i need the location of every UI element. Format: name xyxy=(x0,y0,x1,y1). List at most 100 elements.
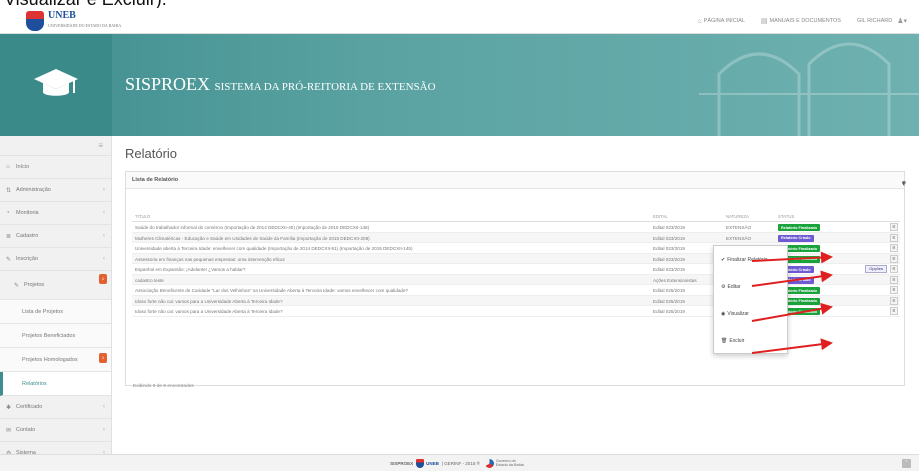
chevron-left-icon: ‹ xyxy=(103,233,105,239)
gear-icon: ⚙ xyxy=(721,283,726,290)
logo-subtext: UNIVERSIDADE DO ESTADO DA BAHIA xyxy=(48,23,122,28)
sidebar-item-inicio[interactable]: ⌂ Início xyxy=(0,156,111,179)
top-nav: ⌂ PÁGINA INICIAL ▤ MANUAIS E DOCUMENTOS GI… xyxy=(681,8,909,34)
user-menu[interactable]: GIL RICHARD ♟▾ xyxy=(857,17,909,25)
trash-icon: 🗑 xyxy=(721,337,728,344)
uneb-logo[interactable]: UNEB UNIVERSIDADE DO ESTADO DA BAHIA xyxy=(26,10,121,32)
row-title: Espanhol em Expansão: ¡Adelante! ¿Vamos … xyxy=(135,267,246,272)
bahia-gov-logo-icon xyxy=(484,458,494,468)
eye-icon: ◉ xyxy=(721,310,726,317)
nav-home-link[interactable]: ⌂ PÁGINA INICIAL xyxy=(697,18,745,25)
row-edital: Edital 025/2019 xyxy=(653,298,685,304)
sidebar-item-administracao[interactable]: ⇅ Administração ‹ xyxy=(0,179,111,202)
row-title: Assessoria em finanças nas pequenas empr… xyxy=(135,256,285,262)
menu-item-excluir[interactable]: 🗑 Excluir xyxy=(714,327,787,354)
row-title: Mulheres Climatéricas - Educação e Saúde… xyxy=(135,235,370,241)
header-banner: SISPROEX SISTEMA DA PRÓ-REITORIA DE EXTE… xyxy=(0,34,919,136)
chevron-down-icon[interactable]: ▾ xyxy=(902,181,905,187)
chevron-left-icon: ‹ xyxy=(103,210,105,216)
records-count: Exibindo 9 de 9 encontrados xyxy=(133,384,194,389)
nav-manuals-link[interactable]: ▤ MANUAIS E DOCUMENTOS xyxy=(761,17,841,25)
page-title: Relatório xyxy=(125,146,178,161)
menu-item-visualizar[interactable]: ◉ Visualizar xyxy=(714,300,787,327)
sidebar-item-certificado[interactable]: ✱ Certificado ‹ xyxy=(0,396,111,419)
sidebar-item-projetos-beneficiados[interactable]: Projetos Beneficiados xyxy=(0,324,111,348)
book-icon: ▤ xyxy=(760,18,768,25)
row-options-dropdown: ✔ Finalizar Relatório ⚙ Editar ◉ Visualizar… xyxy=(713,245,788,354)
sliders-icon: ⇅ xyxy=(6,187,12,194)
table-row: Mulheres Climatéricas - Educação e Saúde… xyxy=(132,232,900,243)
logo-text: UNEB xyxy=(48,10,76,21)
sidebar-item-monitoria[interactable]: ◔ Monitoria ‹ xyxy=(0,202,111,225)
system-title: SISPROEX SISTEMA DA PRÓ-REITORIA DE EXTE… xyxy=(125,74,436,94)
row-title: Universidade aberta à Terceira Idade: en… xyxy=(135,246,413,251)
mail-icon: ✉ xyxy=(6,427,12,434)
chevron-left-icon: ‹ xyxy=(103,404,105,410)
uneb-small-logo-icon xyxy=(416,458,425,468)
sidebar-item-cadastro[interactable]: ≣ Cadastro ‹ xyxy=(0,225,111,248)
row-menu-icon[interactable]: ≡ xyxy=(890,275,898,284)
row-menu-icon[interactable]: ≡ xyxy=(890,286,898,294)
row-menu-icon[interactable]: ≡ xyxy=(890,296,898,305)
row-menu-icon[interactable]: ≡ xyxy=(890,307,898,315)
list-icon: ≣ xyxy=(6,233,12,240)
sidebar-item-inscricao[interactable]: ✎ Inscrição ‹ xyxy=(0,248,111,271)
row-title: Idoso forte não cai: vamos para a Univer… xyxy=(135,298,283,304)
row-edital: Ações Extensionistas xyxy=(653,277,697,283)
status-badge: Relatório Finalizado xyxy=(778,224,821,231)
menu-item-finalizar[interactable]: ✔ Finalizar Relatório xyxy=(714,246,787,273)
table-header-row: TÍTULO EDITAL NATUREZA STATUS xyxy=(132,211,900,222)
row-natureza: EXTENSÃO xyxy=(726,235,752,241)
sidebar-item-projetos-homologados[interactable]: Projetos Homologados 1 xyxy=(0,348,111,372)
scroll-to-top-button[interactable]: ⌃ xyxy=(902,459,911,468)
sidebar-item-relatorios[interactable]: Relatórios xyxy=(0,372,111,396)
row-title: Saúde do trabalhador informal do comérci… xyxy=(135,225,370,230)
certificate-icon: ✱ xyxy=(6,404,12,411)
row-edital: Edital 023/2019 xyxy=(653,256,685,262)
top-bar: UNEB UNIVERSIDADE DO ESTADO DA BAHIA ⌂ PÁG… xyxy=(0,8,919,34)
main-content: Relatório Lista de Relatório ⚲ ▾ TÍTULO … xyxy=(112,136,919,454)
row-menu-icon[interactable]: ≡ xyxy=(890,233,898,242)
status-badge: Relatório Criado xyxy=(778,234,814,242)
row-menu-icon[interactable]: ≡ xyxy=(890,244,898,252)
column-header-titulo[interactable]: TÍTULO xyxy=(135,214,150,219)
report-list-panel: Lista de Relatório ⚲ ▾ TÍTULO EDITAL NAT… xyxy=(125,171,906,389)
sidebar-item-lista-projetos[interactable]: Lista de Projetos xyxy=(0,300,111,324)
column-header-status[interactable]: STATUS xyxy=(778,214,794,219)
footer-sisproex: SISPROEX xyxy=(390,460,414,466)
column-header-natureza[interactable]: NATUREZA xyxy=(726,214,749,219)
options-button[interactable]: Opções xyxy=(865,265,887,273)
sidebar-toggle[interactable]: ≡ xyxy=(0,136,111,156)
row-edital: Edital 025/2019 xyxy=(653,288,685,293)
uneb-seal-icon xyxy=(26,11,44,31)
chevron-left-icon: ‹ xyxy=(103,256,105,262)
homologados-badge: 1 xyxy=(99,353,107,363)
user-icon: ♟▾ xyxy=(897,18,907,25)
row-natureza: EXTENSÃO xyxy=(726,225,752,230)
row-edital: Edital 023/2019 xyxy=(653,235,685,241)
panel-title: Lista de Relatório xyxy=(132,177,179,183)
projetos-badge: 1 xyxy=(99,274,107,284)
row-title: cadastro teste xyxy=(135,277,164,283)
column-header-edital[interactable]: EDITAL xyxy=(653,214,668,219)
home-icon: ⌂ xyxy=(6,164,10,170)
row-title: Idoso forte não cai: vamos para a Univer… xyxy=(135,309,283,314)
sidebar: ≡ ⌂ Início ⇅ Administração ‹ ◔ Monitoria ‹ ≣ C… xyxy=(0,136,112,465)
graduation-cap-icon xyxy=(0,34,112,136)
edit-icon: ✎ xyxy=(14,282,20,289)
row-menu-icon[interactable]: ≡ xyxy=(890,254,898,263)
menu-item-editar[interactable]: ⚙ Editar xyxy=(714,273,787,300)
chevron-left-icon: ‹ xyxy=(103,187,105,193)
row-menu-icon[interactable]: ≡ xyxy=(890,265,898,273)
row-edital: Edital 023/2019 xyxy=(653,225,685,230)
row-menu-icon[interactable]: ≡ xyxy=(890,223,898,231)
panel-header: Lista de Relatório ⚲ ▾ xyxy=(126,172,906,189)
row-title: Associação Beneficente de Caridade "Lar … xyxy=(135,288,409,293)
sidebar-item-contato[interactable]: ✉ Contato ‹ xyxy=(0,419,111,442)
home-icon: ⌂ xyxy=(697,17,702,25)
caption-text: Visualizar e Excluir). xyxy=(4,0,167,8)
row-edital: Edital 023/2019 xyxy=(653,246,685,251)
sidebar-item-projetos[interactable]: ✎ Projetos 1 xyxy=(0,271,111,300)
dashboard-icon: ◔ xyxy=(6,210,10,216)
footer-bar: SISPROEX UNEB | GERINF - 2015 ® Governo … xyxy=(0,454,919,471)
